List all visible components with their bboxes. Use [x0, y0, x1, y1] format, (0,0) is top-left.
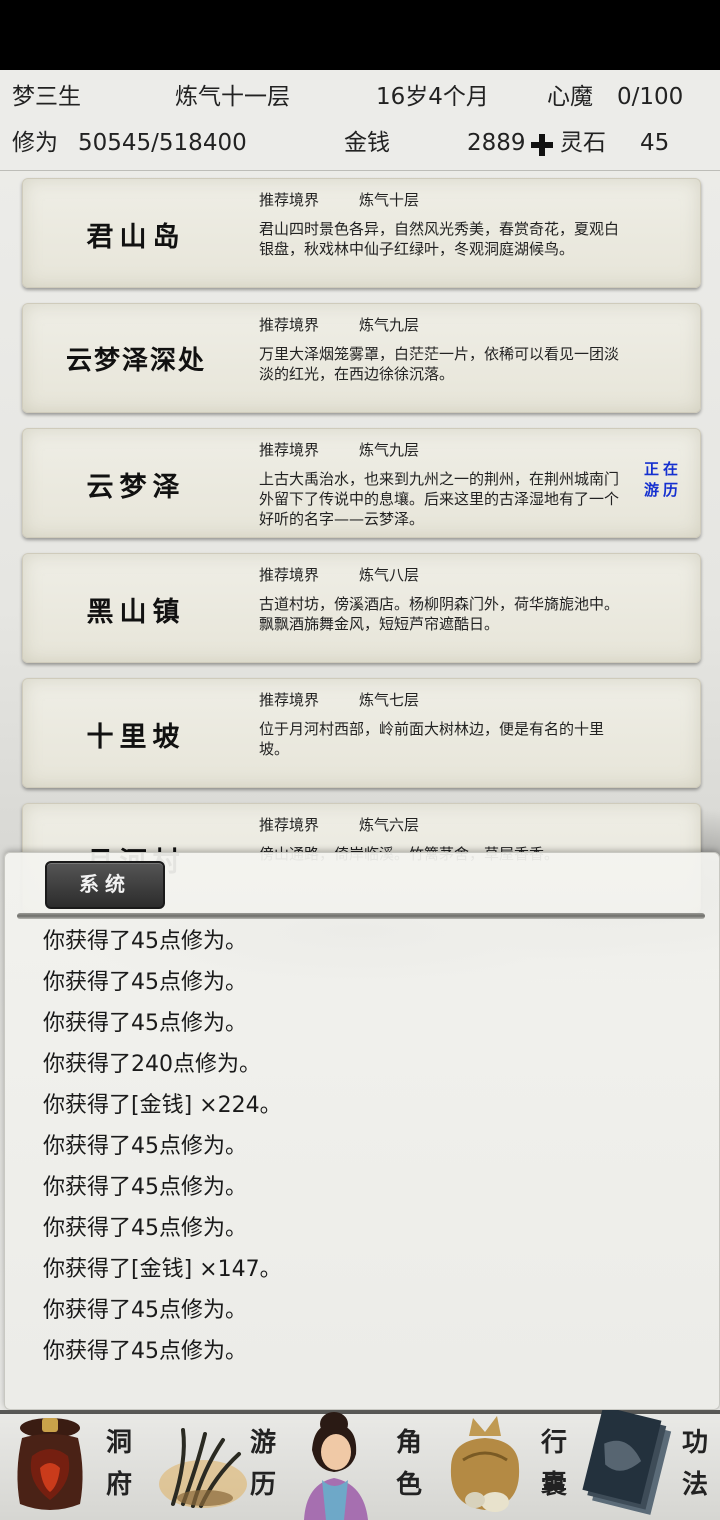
location-name: 黑山镇 — [86, 597, 186, 628]
recommended-realm: 炼气六层 — [359, 816, 420, 834]
nav-character[interactable]: 角色 — [290, 1410, 435, 1520]
recommended-label: 推荐境界 — [259, 441, 320, 459]
travel-icon — [159, 1428, 247, 1508]
recommended-realm: 炼气七层 — [359, 691, 420, 709]
location-description: 古道村坊，傍溪酒店。杨柳阴森门外，荷华旖旎池中。飘飘酒旆舞金风，短短芦帘遮酷日。 — [259, 595, 620, 633]
location-description: 君山四时景色各异，自然风光秀美，春赏奇花，夏观白银盘，秋戏林中仙子红绿叶，冬观洞… — [259, 220, 620, 258]
recommended-label: 推荐境界 — [259, 191, 320, 209]
location-name: 十里坡 — [86, 722, 186, 753]
location-description: 位于月河村西部，岭前面大树林边，便是有名的十里坡。 — [259, 720, 605, 758]
recommended-label: 推荐境界 — [259, 566, 320, 584]
nav-bag[interactable]: 行囊 — [435, 1410, 580, 1520]
location-description: 万里大泽烟笼雾罩，白茫茫一片，依稀可以看见一团淡淡的红光，在西边徐徐沉落。 — [259, 345, 620, 383]
nav-bag-label: 行囊 — [540, 1428, 567, 1500]
location-card[interactable]: 君山岛 推荐境界 炼气十层 君山四时景色各异，自然风光秀美，春赏奇花，夏观白银盘… — [22, 178, 701, 288]
log-line: 你获得了[金钱] ×224。 — [43, 1093, 282, 1118]
spirit-stone-value: 45 — [640, 130, 670, 156]
cultivation-label: 修为 — [12, 130, 58, 156]
system-status-bar — [0, 0, 720, 70]
character-portrait-icon — [304, 1412, 368, 1520]
nav-manual[interactable]: 功法 — [580, 1410, 720, 1520]
player-name: 梦三生 — [12, 84, 81, 110]
location-card[interactable]: 黑山镇 推荐境界 炼气八层 古道村坊，傍溪酒店。杨柳阴森门外，荷华旖旎池中。飘飘… — [22, 553, 701, 663]
traveling-badge: 正在游历 — [643, 460, 682, 499]
bag-icon — [450, 1416, 520, 1512]
log-line: 你获得了45点修为。 — [43, 1175, 247, 1200]
log-line: 你获得了45点修为。 — [43, 970, 247, 995]
inner-demon-value: 0/100 — [617, 84, 684, 110]
location-name: 云梦泽深处 — [65, 346, 206, 376]
recommended-realm: 炼气九层 — [359, 441, 420, 459]
log-line: 你获得了45点修为。 — [43, 1011, 247, 1036]
nav-travel[interactable]: 游历 — [145, 1410, 285, 1520]
player-header: 梦三生 炼气十一层 16岁4个月 心魔 0/100 修为 50545/51840… — [0, 70, 720, 171]
recommended-realm: 炼气十层 — [359, 191, 420, 209]
system-log-panel[interactable]: 系统 你获得了45点修为。 你获得了45点修为。 你获得了45点修为。 你获得了… — [4, 852, 720, 1410]
inner-demon-label: 心魔 — [547, 84, 593, 110]
cave-bag-icon — [17, 1418, 83, 1510]
nav-cave[interactable]: 洞府 — [0, 1410, 140, 1520]
log-line: 你获得了[金钱] ×147。 — [43, 1257, 282, 1282]
tab-system[interactable]: 系统 — [45, 861, 165, 909]
location-name: 君山岛 — [86, 222, 186, 253]
location-card[interactable]: 十里坡 推荐境界 炼气七层 位于月河村西部，岭前面大树林边，便是有名的十里坡。 — [22, 678, 701, 788]
player-age: 16岁4个月 — [376, 84, 489, 110]
money-label: 金钱 — [344, 130, 390, 156]
spirit-stone-label: 灵石 — [560, 130, 606, 156]
recommended-realm: 炼气九层 — [359, 316, 420, 334]
log-line: 你获得了45点修为。 — [43, 1298, 247, 1323]
cultivation-value: 50545/518400 — [78, 130, 247, 156]
recommended-realm: 炼气八层 — [359, 566, 420, 584]
location-card[interactable]: 云梦泽深处 推荐境界 炼气九层 万里大泽烟笼雾罩，白茫茫一片，依稀可以看见一团淡… — [22, 303, 701, 413]
location-description: 上古大禹治水，也来到九州之一的荆州，在荆州城南门外留下了传说中的息壤。后来这里的… — [259, 470, 620, 528]
recommended-label: 推荐境界 — [259, 316, 320, 334]
location-card-active[interactable]: 云梦泽 推荐境界 炼气九层 上古大禹治水，也来到九州之一的荆州，在荆州城南门外留… — [22, 428, 701, 538]
log-line: 你获得了45点修为。 — [43, 1339, 247, 1364]
log-line: 你获得了45点修为。 — [43, 929, 247, 954]
bottom-nav: 洞府 游历 角色 行囊 功法 — [0, 1410, 720, 1520]
nav-character-label: 角色 — [395, 1428, 422, 1500]
recommended-label: 推荐境界 — [259, 691, 320, 709]
manual-book-icon — [582, 1410, 672, 1515]
log-line: 你获得了45点修为。 — [43, 1134, 247, 1159]
player-realm: 炼气十一层 — [175, 84, 290, 110]
nav-travel-label: 游历 — [249, 1428, 276, 1500]
recommended-label: 推荐境界 — [259, 816, 320, 834]
location-name: 云梦泽 — [86, 472, 186, 503]
log-divider — [17, 913, 705, 919]
log-line: 你获得了240点修为。 — [43, 1052, 261, 1077]
nav-cave-label: 洞府 — [105, 1428, 132, 1500]
log-line: 你获得了45点修为。 — [43, 1216, 247, 1241]
add-money-icon[interactable] — [529, 132, 555, 158]
money-value: 2889 — [467, 130, 526, 156]
nav-manual-label: 功法 — [681, 1428, 708, 1500]
